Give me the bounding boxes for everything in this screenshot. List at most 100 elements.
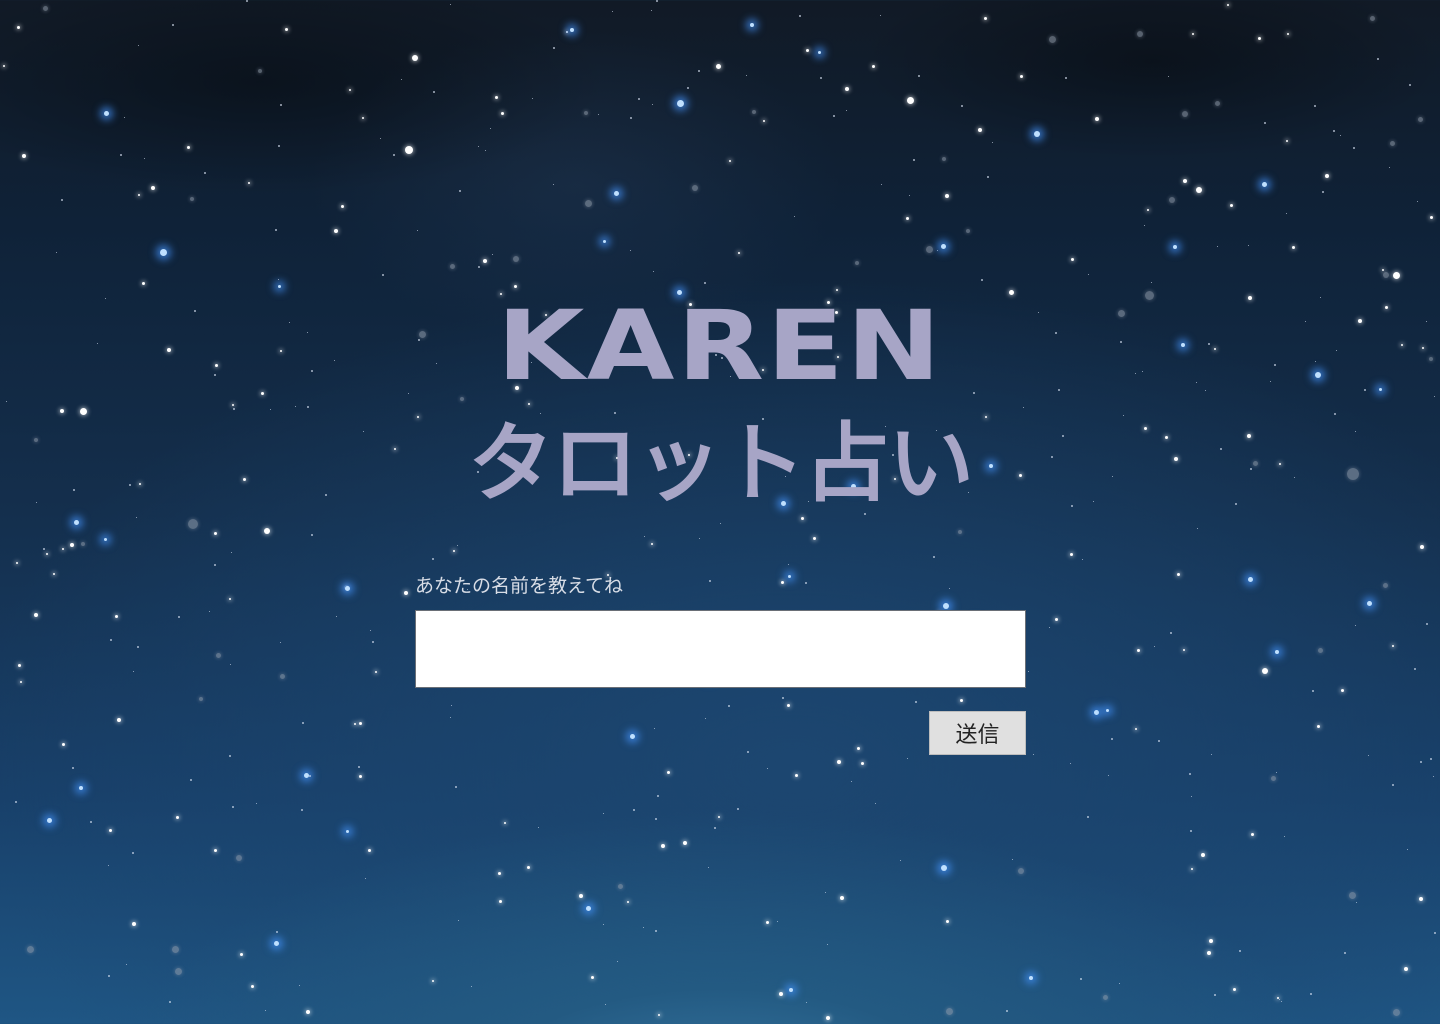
star — [251, 985, 254, 988]
star — [532, 98, 533, 99]
star — [538, 827, 539, 828]
star — [457, 545, 458, 546]
star — [264, 528, 270, 534]
star — [705, 718, 706, 719]
star — [1211, 754, 1212, 755]
star — [187, 146, 190, 149]
star — [280, 642, 281, 643]
star — [603, 924, 604, 925]
star — [787, 704, 790, 707]
star — [27, 946, 34, 953]
star — [478, 146, 479, 147]
star — [846, 110, 847, 111]
star — [584, 111, 588, 115]
star — [450, 4, 451, 5]
star — [746, 75, 747, 76]
star — [1430, 758, 1432, 760]
star — [1183, 179, 1187, 183]
star — [738, 252, 740, 254]
star — [1248, 577, 1253, 582]
star — [380, 138, 381, 139]
star — [789, 988, 793, 992]
star — [483, 259, 487, 263]
star — [818, 51, 821, 54]
star — [15, 801, 17, 803]
star — [485, 150, 486, 151]
star — [1434, 396, 1435, 397]
star — [612, 11, 613, 12]
star — [752, 110, 756, 114]
star — [1333, 130, 1335, 132]
star — [861, 762, 864, 765]
star — [837, 760, 841, 764]
star — [585, 200, 592, 207]
star — [1183, 649, 1185, 651]
star — [699, 538, 700, 539]
star — [1310, 993, 1312, 995]
star — [1055, 618, 1058, 621]
star — [1147, 209, 1149, 211]
star — [278, 145, 280, 147]
star — [1275, 650, 1279, 654]
star — [1233, 988, 1236, 991]
star — [654, 728, 655, 729]
star — [827, 944, 828, 945]
star — [918, 75, 920, 77]
star — [527, 866, 530, 869]
star — [906, 217, 909, 220]
star — [172, 24, 174, 26]
star — [142, 282, 145, 285]
star — [478, 266, 480, 268]
star — [1341, 689, 1344, 692]
star — [987, 176, 989, 178]
star — [43, 548, 45, 550]
star — [1382, 269, 1384, 271]
name-input[interactable] — [415, 610, 1026, 688]
star — [1173, 245, 1177, 249]
star — [276, 931, 278, 933]
star — [1082, 559, 1083, 560]
star — [1071, 258, 1074, 261]
star — [455, 786, 457, 788]
star — [667, 771, 670, 774]
star — [1404, 967, 1408, 971]
star — [309, 775, 311, 777]
star — [638, 98, 640, 100]
star — [1393, 272, 1400, 279]
star — [417, 230, 418, 231]
star — [109, 829, 112, 832]
star — [20, 681, 22, 683]
star — [1377, 58, 1379, 60]
star — [124, 117, 125, 118]
star — [1151, 282, 1152, 283]
star — [1065, 77, 1067, 79]
star — [782, 697, 784, 699]
star — [248, 182, 250, 184]
star — [1191, 796, 1192, 797]
star — [1006, 1010, 1008, 1012]
submit-button[interactable]: 送信 — [929, 711, 1026, 755]
star — [72, 767, 74, 769]
star — [799, 15, 801, 17]
star — [627, 901, 629, 903]
star — [285, 28, 288, 31]
star — [657, 795, 659, 797]
star — [933, 556, 935, 558]
star — [1349, 892, 1356, 899]
star — [232, 806, 234, 808]
star — [1169, 197, 1175, 203]
star — [1154, 646, 1155, 647]
star — [307, 406, 309, 408]
star — [169, 1001, 171, 1003]
star — [1020, 75, 1023, 78]
star — [1312, 690, 1314, 692]
star — [451, 705, 452, 706]
star — [460, 397, 464, 401]
star — [978, 128, 982, 132]
star — [359, 775, 362, 778]
star — [958, 530, 962, 534]
star — [450, 264, 455, 269]
star — [598, 114, 599, 115]
star — [1103, 995, 1108, 1000]
star — [1258, 37, 1261, 40]
